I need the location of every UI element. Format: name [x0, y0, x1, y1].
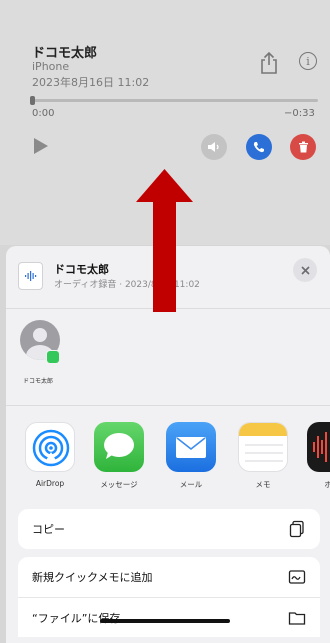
- delete-button[interactable]: [290, 134, 316, 160]
- playback-scrubber[interactable]: [32, 99, 318, 102]
- action-label: コピー: [32, 523, 65, 536]
- app-label: メッセージ: [100, 480, 138, 489]
- app-label: AirDrop: [35, 479, 65, 488]
- app-messages[interactable]: メッセージ: [91, 422, 147, 490]
- share-icon[interactable]: [259, 51, 279, 75]
- quick-note-icon: [288, 570, 306, 584]
- app-mail[interactable]: メール: [163, 422, 219, 490]
- notes-icon: [238, 422, 288, 472]
- voice-memo-card: ドコモ太郎 iPhone 2023年8月16日 11:02 i 0:00 −0:…: [0, 0, 330, 245]
- info-icon[interactable]: i: [299, 52, 317, 70]
- save-to-files-action[interactable]: “ファイル”に保存: [18, 597, 320, 637]
- voice-memos-icon: [307, 422, 330, 472]
- action-label: “ファイル”に保存: [32, 611, 121, 625]
- airdrop-icon: [25, 422, 75, 472]
- play-icon[interactable]: [34, 138, 48, 154]
- call-button[interactable]: [246, 134, 272, 160]
- divider: [6, 405, 330, 406]
- copy-icon: [289, 520, 304, 538]
- app-airdrop[interactable]: AirDrop: [22, 422, 78, 488]
- remaining-time: −0:33: [284, 108, 315, 119]
- app-label: メモ: [255, 480, 271, 489]
- trash-icon: [298, 141, 308, 153]
- contact-name: ドコモ太郎: [23, 378, 54, 385]
- copy-action[interactable]: コピー: [18, 509, 320, 549]
- memo-date: 2023年8月16日 11:02: [32, 76, 150, 89]
- share-sheet: ドコモ太郎 オーディオ録音 · 2023/8/16 11:02 ドコモ太郎 Ai…: [6, 246, 330, 643]
- close-button[interactable]: [293, 258, 317, 282]
- mail-icon: [166, 422, 216, 472]
- folder-icon: [288, 611, 306, 625]
- speaker-icon: [208, 142, 219, 152]
- app-label: メール: [179, 480, 203, 489]
- messages-badge-icon: [46, 350, 60, 364]
- scrubber-handle[interactable]: [30, 96, 35, 105]
- app-voice-memos[interactable]: ボイ: [304, 422, 330, 490]
- home-indicator[interactable]: [100, 619, 230, 623]
- quick-note-action[interactable]: 新規クイックメモに追加: [18, 557, 320, 597]
- shared-file-subtitle: オーディオ録音 · 2023/8/16 11:02: [54, 280, 200, 290]
- app-label: ボイ: [324, 480, 330, 489]
- memo-device: iPhone: [32, 60, 70, 73]
- elapsed-time: 0:00: [32, 108, 55, 119]
- speaker-button[interactable]: [201, 134, 227, 160]
- divider: [6, 308, 330, 309]
- messages-icon: [94, 422, 144, 472]
- close-icon: [300, 265, 310, 275]
- audio-file-icon: [18, 262, 43, 290]
- app-notes[interactable]: メモ: [235, 422, 291, 490]
- action-label: 新規クイックメモに追加: [32, 571, 153, 584]
- share-sheet-header: ドコモ太郎 オーディオ録音 · 2023/8/16 11:02: [6, 246, 330, 308]
- shared-file-name: ドコモ太郎: [54, 263, 109, 276]
- memo-title: ドコモ太郎: [32, 46, 98, 61]
- phone-icon: [253, 142, 264, 153]
